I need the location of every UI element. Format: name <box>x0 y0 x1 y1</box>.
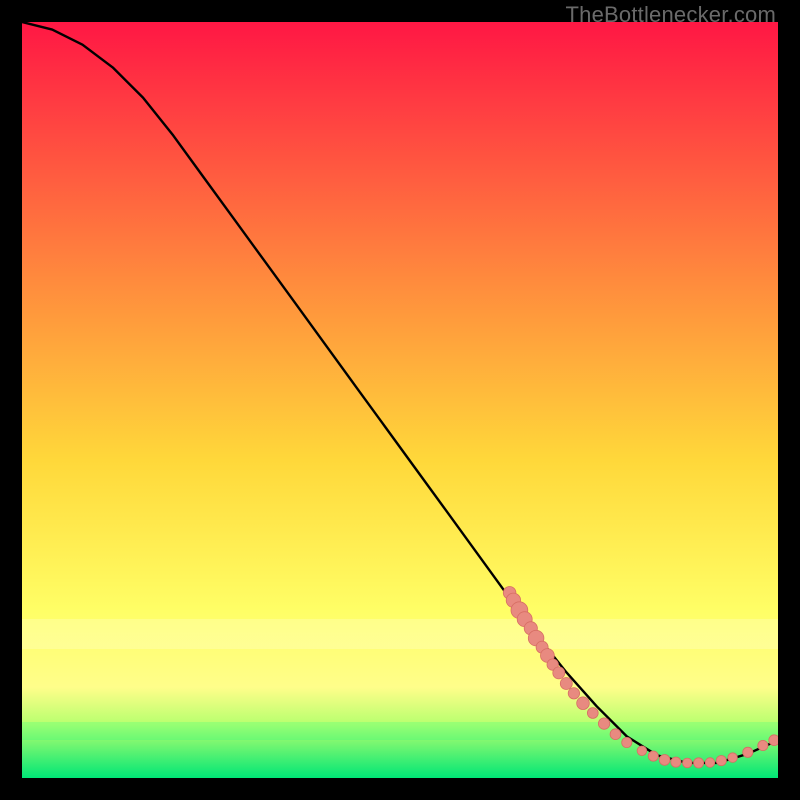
data-point <box>587 708 598 719</box>
data-point <box>560 678 572 690</box>
data-point <box>637 746 647 756</box>
data-point <box>683 758 693 768</box>
data-point <box>577 697 590 710</box>
chart-frame <box>22 22 778 778</box>
gradient-background <box>22 22 778 778</box>
data-point <box>716 756 726 766</box>
data-point <box>743 747 753 757</box>
data-point <box>728 753 738 763</box>
band-highlight-yellow <box>22 619 778 649</box>
data-point <box>659 755 670 766</box>
data-point <box>598 718 609 729</box>
data-point <box>705 758 715 768</box>
data-point <box>694 758 704 768</box>
data-point <box>671 757 681 767</box>
data-point <box>758 740 768 750</box>
data-point <box>622 737 632 747</box>
data-point <box>648 751 658 761</box>
data-point <box>769 735 778 746</box>
data-point <box>568 688 579 699</box>
band-highlight-green <box>22 722 778 740</box>
data-point <box>610 729 621 740</box>
bottleneck-chart <box>22 22 778 778</box>
data-point <box>553 667 565 679</box>
